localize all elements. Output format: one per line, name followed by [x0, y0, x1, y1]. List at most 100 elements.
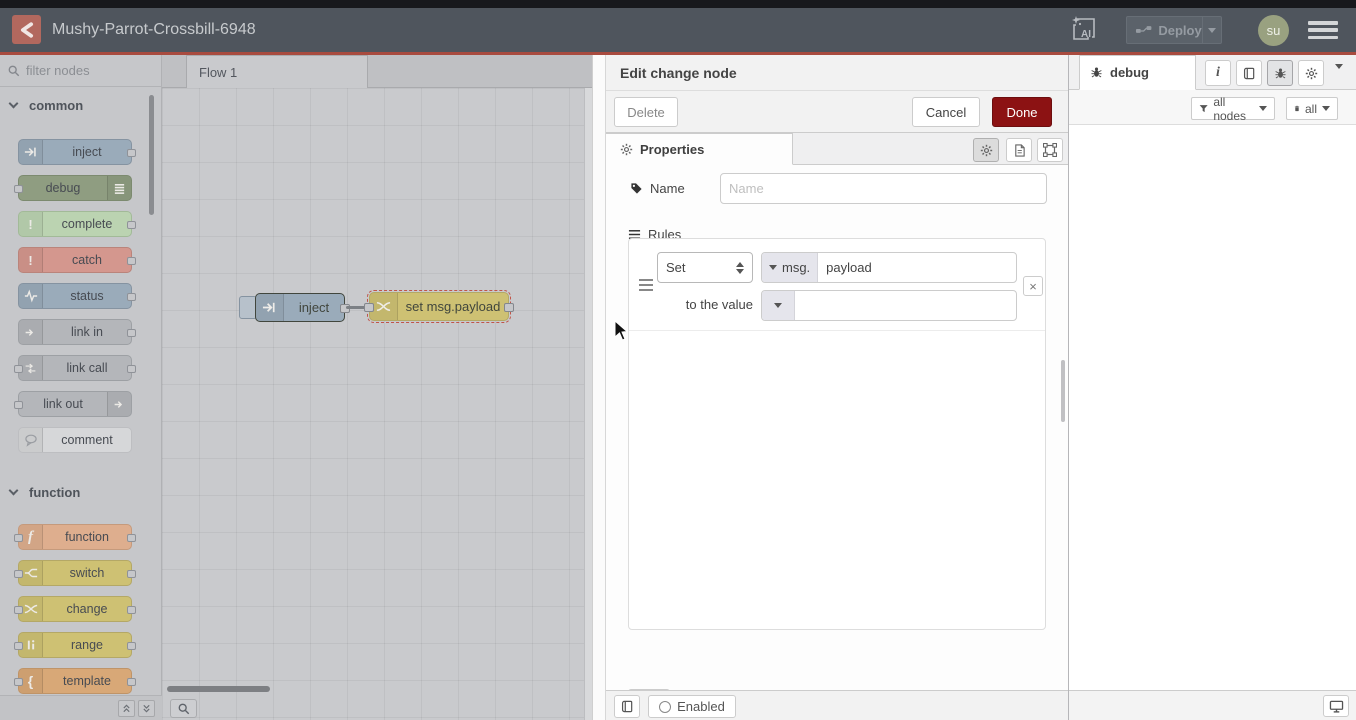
clear-messages-button[interactable]: all [1286, 97, 1338, 120]
palette-node-function[interactable]: f function [18, 524, 132, 550]
palette-category-common[interactable]: common [10, 95, 150, 115]
rule-value-input[interactable] [795, 298, 1016, 313]
node-label: catch [43, 253, 131, 267]
remove-rule-button[interactable]: × [1023, 276, 1043, 296]
debug-filter-bar: all nodes all [1069, 90, 1356, 125]
canvas-vertical-scrollbar[interactable] [584, 88, 592, 720]
tab-debug[interactable]: debug [1079, 55, 1196, 90]
deploy-options-caret[interactable] [1202, 17, 1221, 43]
flow-node-set-msg-payload[interactable]: set msg.payload [369, 292, 509, 321]
collapse-all-categories-button[interactable] [118, 700, 135, 717]
palette-search[interactable] [0, 55, 162, 87]
rule-target-typed-input[interactable]: msg. [761, 252, 1017, 283]
node-appearance-button[interactable] [1037, 138, 1063, 162]
node-properties-button[interactable] [973, 138, 999, 162]
palette-node-inject[interactable]: inject [18, 139, 132, 165]
edit-tray: Edit change node Delete Cancel Done Prop… [606, 55, 1068, 720]
tab-properties[interactable]: Properties [606, 133, 793, 165]
output-port [127, 678, 136, 686]
rule-value-type-button[interactable] [762, 291, 795, 320]
main-menu-button[interactable] [1308, 21, 1338, 39]
delete-button[interactable]: Delete [614, 97, 678, 127]
sidebar-menu-caret[interactable] [1335, 69, 1343, 87]
canvas-horizontal-scrollbar[interactable] [167, 686, 270, 692]
palette-node-link-in[interactable]: link in [18, 319, 132, 345]
ai-assistant-button[interactable]: AI [1068, 15, 1098, 45]
caret-down-icon [1259, 106, 1267, 111]
node-label: link in [43, 325, 131, 339]
output-port [127, 257, 136, 265]
node-enabled-toggle[interactable]: Enabled [648, 695, 736, 718]
palette-category-function[interactable]: function [10, 482, 150, 502]
tray-form: Name Rules Set msg. [606, 165, 1068, 690]
output-port [127, 365, 136, 373]
flow-node-inject[interactable]: inject [255, 293, 345, 322]
tab-flow-1[interactable]: Flow 1 [186, 55, 368, 88]
window-top-strip [0, 0, 1356, 8]
inject-icon [256, 294, 284, 321]
rule-value-typed-input[interactable] [761, 290, 1017, 321]
output-port [127, 642, 136, 650]
tray-title: Edit change node [606, 55, 1068, 91]
link-out-icon [107, 392, 131, 416]
palette-node-change[interactable]: change [18, 596, 132, 622]
rule-target-input[interactable] [818, 260, 1016, 275]
palette-node-catch[interactable]: ! catch [18, 247, 132, 273]
input-port[interactable] [364, 303, 374, 312]
palette-filter-input[interactable] [26, 63, 146, 78]
output-port [127, 606, 136, 614]
cancel-button[interactable]: Cancel [912, 97, 980, 127]
user-avatar[interactable]: su [1258, 15, 1289, 46]
rule-target-type-button[interactable]: msg. [762, 253, 818, 282]
filter-nodes-button[interactable]: all nodes [1191, 97, 1275, 120]
node-label: change [43, 602, 131, 616]
clear-messages-label: all [1305, 102, 1317, 116]
chevron-down-icon [9, 99, 19, 109]
gear-icon [980, 144, 993, 157]
palette-node-comment[interactable]: comment [18, 427, 132, 453]
tray-resize-handle[interactable] [592, 55, 606, 720]
help-tab-button[interactable] [1236, 60, 1262, 86]
flow-canvas[interactable]: Flow 1 inject set msg.payload [162, 55, 592, 720]
search-icon [178, 703, 190, 715]
header-bar: Mushy-Parrot-Crossbill-6948 AI Deploy su [0, 8, 1356, 52]
info-tab-button[interactable]: i [1205, 60, 1231, 86]
flow-tab-label: Flow 1 [199, 65, 237, 80]
palette-node-status[interactable]: status [18, 283, 132, 309]
done-button[interactable]: Done [992, 97, 1052, 127]
tray-scrollbar[interactable] [1061, 360, 1065, 422]
deploy-button[interactable]: Deploy [1126, 16, 1222, 44]
palette-node-range[interactable]: range [18, 632, 132, 658]
open-debug-window-button[interactable] [1323, 695, 1349, 717]
palette-node-complete[interactable]: ! complete [18, 211, 132, 237]
palette-node-link-out[interactable]: link out [18, 391, 132, 417]
palette-node-template[interactable]: { template [18, 668, 132, 694]
name-input[interactable] [720, 173, 1047, 204]
node-label: debug [19, 181, 107, 195]
palette-scrollbar[interactable] [149, 95, 154, 215]
rule-action-select[interactable]: Set [657, 252, 753, 283]
expand-all-categories-button[interactable] [138, 700, 155, 717]
config-nodes-tab-button[interactable] [1298, 60, 1324, 86]
category-label: function [29, 485, 80, 500]
double-chevron-down-icon [142, 704, 151, 713]
node-label: complete [43, 217, 131, 231]
appearance-icon [1043, 143, 1057, 157]
palette-node-switch[interactable]: switch [18, 560, 132, 586]
sidebar-tab-bar: debug i [1069, 55, 1356, 90]
book-icon [1243, 67, 1256, 80]
debug-tab-button[interactable] [1267, 60, 1293, 86]
drag-handle[interactable] [639, 279, 653, 291]
node-help-button[interactable] [614, 695, 640, 718]
output-port[interactable] [504, 303, 514, 312]
canvas-grid[interactable] [162, 88, 584, 720]
palette-node-link-call[interactable]: link call [18, 355, 132, 381]
change-icon [370, 293, 398, 320]
comment-icon [19, 428, 43, 452]
node-description-button[interactable] [1006, 138, 1032, 162]
palette-node-debug[interactable]: debug [18, 175, 132, 201]
funnel-icon [1199, 103, 1208, 114]
monitor-icon [1329, 700, 1344, 713]
canvas-search-button[interactable] [170, 699, 197, 718]
trash-icon [1294, 103, 1300, 114]
